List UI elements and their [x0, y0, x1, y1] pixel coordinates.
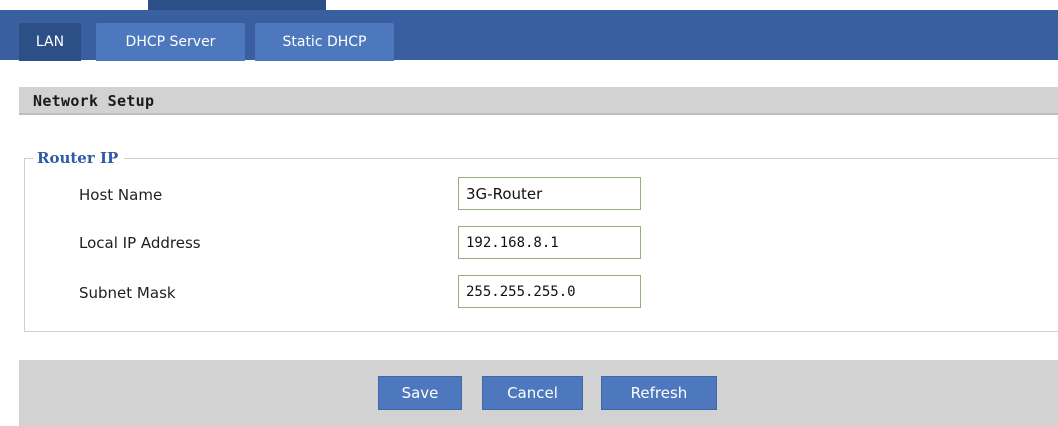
- top-strip-accent: [148, 0, 326, 10]
- save-button[interactable]: Save: [378, 376, 462, 410]
- section-header: Network Setup: [19, 87, 1058, 115]
- local-ip-input[interactable]: [458, 226, 641, 259]
- subnet-mask-input[interactable]: [458, 275, 641, 308]
- local-ip-label: Local IP Address: [79, 234, 201, 252]
- cancel-button[interactable]: Cancel: [482, 376, 583, 410]
- tab-bar: LAN DHCP Server Static DHCP: [0, 10, 1058, 61]
- tab-static-dhcp[interactable]: Static DHCP: [255, 23, 394, 61]
- host-name-label: Host Name: [79, 186, 163, 204]
- section-title: Network Setup: [33, 92, 155, 110]
- host-name-input[interactable]: [458, 177, 641, 210]
- tab-lan-label: LAN: [35, 34, 65, 50]
- refresh-button[interactable]: Refresh: [601, 376, 717, 410]
- tab-static-dhcp-label: Static DHCP: [282, 34, 367, 50]
- tab-dhcp-server-label: DHCP Server: [125, 34, 216, 50]
- tab-lan[interactable]: LAN: [19, 23, 81, 61]
- top-strip: [0, 0, 1058, 10]
- fieldset-legend: Router IP: [33, 149, 125, 167]
- tab-dhcp-server[interactable]: DHCP Server: [96, 23, 245, 61]
- subnet-mask-label: Subnet Mask: [79, 284, 176, 302]
